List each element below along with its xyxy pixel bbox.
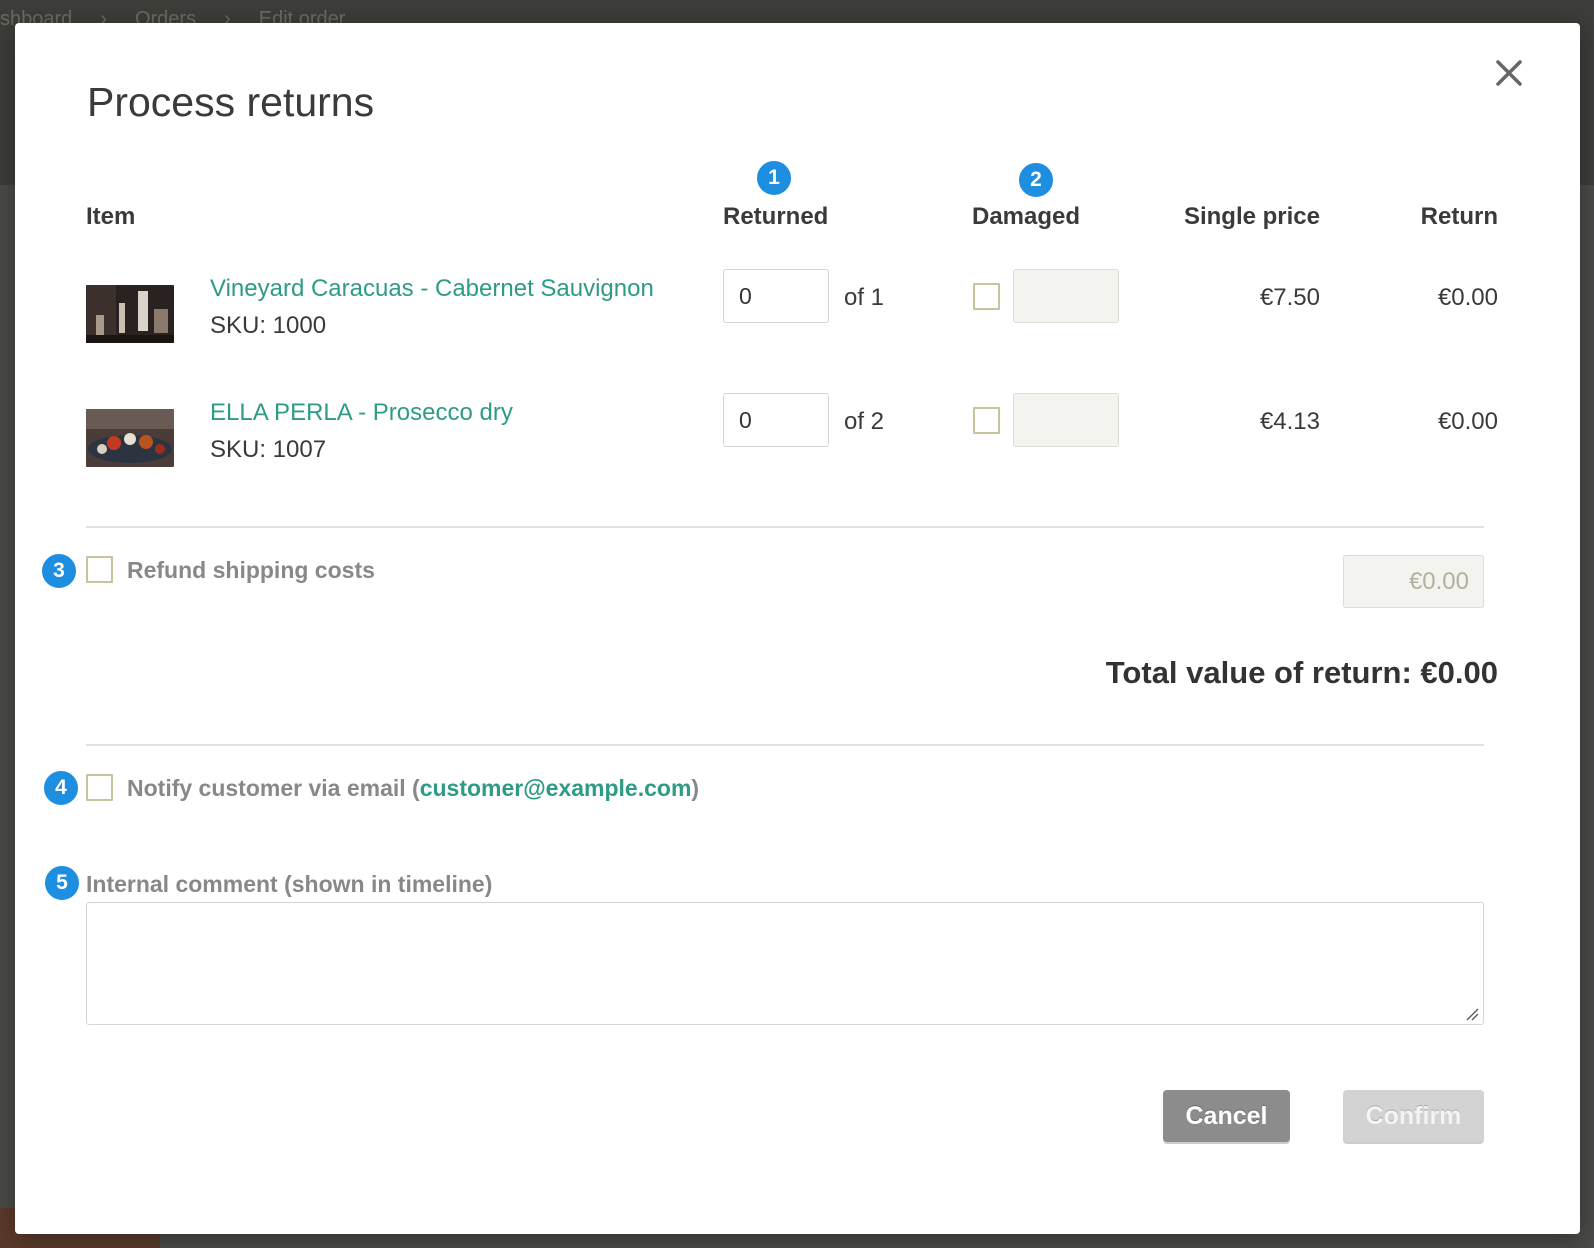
cancel-button[interactable]: Cancel bbox=[1163, 1090, 1290, 1142]
product-image bbox=[86, 409, 174, 467]
divider bbox=[86, 744, 1484, 746]
single-price: €7.50 bbox=[1259, 284, 1320, 311]
damaged-quantity-input bbox=[1013, 393, 1119, 447]
product-sku: SKU: 1007 bbox=[210, 436, 327, 463]
close-button[interactable] bbox=[1489, 53, 1529, 93]
notify-label-prefix: Notify customer via email ( bbox=[127, 775, 420, 801]
column-header-item: Item bbox=[86, 203, 136, 230]
table-row: ELLA PERLA - Prosecco dry SKU: 1007 of 2… bbox=[15, 391, 1580, 471]
returned-quantity-input[interactable] bbox=[723, 269, 829, 323]
ordered-quantity: of 2 bbox=[844, 408, 885, 435]
single-price: €4.13 bbox=[1259, 408, 1320, 435]
notify-customer-checkbox[interactable] bbox=[86, 774, 113, 801]
customer-email-link[interactable]: customer@example.com bbox=[420, 775, 692, 801]
ordered-quantity: of 1 bbox=[844, 284, 885, 311]
damaged-quantity-input bbox=[1013, 269, 1119, 323]
return-amount: €0.00 bbox=[1437, 408, 1498, 435]
product-image bbox=[86, 285, 174, 343]
product-sku: SKU: 1000 bbox=[210, 312, 327, 339]
internal-comment-textarea[interactable] bbox=[86, 902, 1484, 1025]
product-link[interactable]: Vineyard Caracuas - Cabernet Sauvignon bbox=[210, 275, 654, 303]
return-amount: €0.00 bbox=[1437, 284, 1498, 311]
column-header-damaged: Damaged bbox=[972, 203, 1081, 230]
modal-title: Process returns bbox=[87, 79, 375, 125]
table-row: Vineyard Caracuas - Cabernet Sauvignon S… bbox=[15, 267, 1580, 347]
product-link[interactable]: ELLA PERLA - Prosecco dry bbox=[210, 399, 513, 427]
shipping-refund-amount: €0.00 bbox=[1343, 555, 1484, 608]
resize-handle-icon[interactable] bbox=[1465, 1007, 1479, 1021]
confirm-button[interactable]: Confirm bbox=[1343, 1090, 1484, 1142]
column-header-single-price: Single price bbox=[1183, 203, 1320, 230]
process-returns-modal: Process returns Item 1 Returned 2 Damage… bbox=[15, 23, 1580, 1234]
notify-label-suffix: ) bbox=[691, 775, 700, 801]
notify-customer-label[interactable]: Notify customer via email (customer@exam… bbox=[127, 775, 699, 802]
column-header-returned: Returned bbox=[723, 203, 829, 230]
divider bbox=[86, 526, 1484, 528]
close-icon[interactable] bbox=[1495, 59, 1523, 87]
returned-quantity-input[interactable] bbox=[723, 393, 829, 447]
refund-shipping-label[interactable]: Refund shipping costs bbox=[127, 557, 375, 584]
step-badge-5: 5 bbox=[43, 864, 81, 902]
damaged-checkbox[interactable] bbox=[973, 407, 1000, 434]
damaged-checkbox[interactable] bbox=[973, 283, 1000, 310]
step-badge-2: 2 bbox=[1017, 161, 1055, 199]
internal-comment-label: Internal comment (shown in timeline) bbox=[86, 871, 493, 897]
refund-shipping-checkbox[interactable] bbox=[86, 556, 113, 583]
total-return-value: Total value of return: €0.00 bbox=[1105, 655, 1498, 690]
step-badge-4: 4 bbox=[42, 769, 80, 807]
step-badge-1: 1 bbox=[755, 159, 793, 197]
column-header-return: Return bbox=[1420, 203, 1498, 230]
step-badge-3: 3 bbox=[40, 552, 78, 590]
